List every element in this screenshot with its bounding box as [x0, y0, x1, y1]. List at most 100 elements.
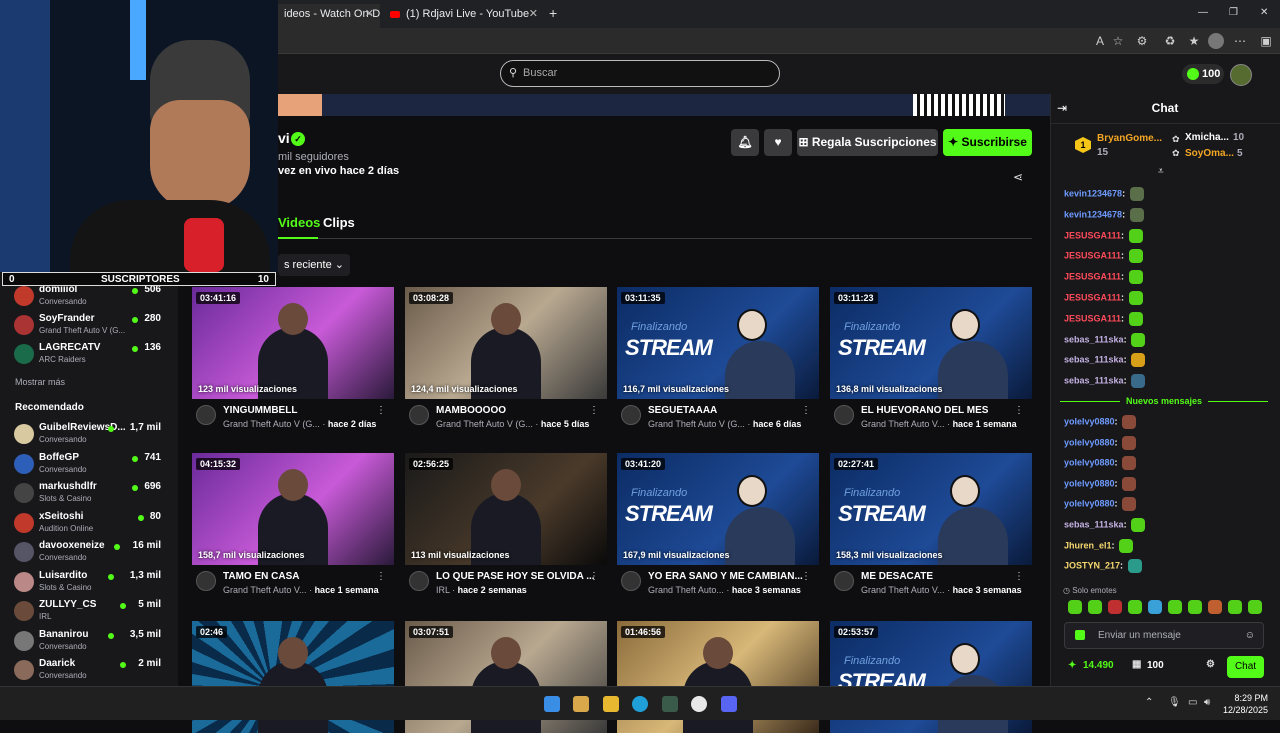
video-thumbnail[interactable]: Finalizando STREAM 02:27:41 158,3 mil visua… [830, 453, 1032, 565]
chat-username[interactable]: JESUSGA111 [1064, 251, 1121, 261]
gift-count[interactable]: 100 [1147, 660, 1164, 671]
sidebar-channel[interactable]: davooxeneize Conversando 16 mil [0, 538, 178, 566]
close-tab-icon[interactable]: ✕ [529, 4, 538, 24]
emote-icon[interactable] [1068, 600, 1082, 614]
video-title[interactable]: TAMO EN CASA [223, 571, 383, 582]
emote-icon[interactable] [1248, 600, 1262, 614]
maximize-button[interactable]: ❐ [1229, 7, 1238, 18]
file-explorer-icon[interactable] [603, 696, 619, 712]
more-options-icon[interactable]: ⋮ [801, 405, 811, 416]
video-category[interactable]: Grand Theft Auto V (G... [436, 419, 533, 429]
sidebar-channel[interactable]: xSeitoshi Audition Online 80 [0, 509, 178, 537]
sidebar-channel[interactable]: markushdlfr Slots & Casino 696 [0, 479, 178, 507]
subscribe-button[interactable]: ✦ Suscribirse [943, 129, 1032, 156]
more-options-icon[interactable]: ⋮ [1014, 571, 1024, 582]
read-aloud-icon[interactable]: A [1092, 33, 1108, 49]
channel-avatar[interactable] [409, 405, 429, 425]
notifications-button[interactable]: 🔔︎ [731, 129, 759, 156]
extensions-icon[interactable]: ⚙ [1134, 33, 1150, 49]
user-avatar[interactable] [1230, 64, 1252, 86]
video-card[interactable]: Finalizando STREAM 03:11:35 116,7 mil visua… [617, 287, 819, 435]
video-title[interactable]: YO ERA SANO Y ME CAMBIAN... [648, 571, 808, 582]
sidebar-channel[interactable]: LAGRECATV ARC Raiders 136 [0, 340, 178, 368]
expand-gifters-icon[interactable]: ⩡ [1158, 166, 1164, 177]
show-more-link[interactable]: Mostrar más [15, 377, 65, 387]
chat-username[interactable]: JOSTYN_217 [1064, 561, 1120, 571]
channel-avatar[interactable] [834, 405, 854, 425]
channel-points[interactable]: 14.490 [1083, 660, 1114, 671]
sidebar-channel[interactable]: Luisardito Slots & Casino 1,3 mil [0, 568, 178, 596]
video-title[interactable]: LO QUE PASE HOY SE OLVIDA ... [436, 571, 596, 582]
tab-videos[interactable]: Videos [278, 215, 320, 230]
obs-icon[interactable] [691, 696, 707, 712]
video-thumbnail[interactable]: Finalizando STREAM 03:41:20 167,9 mil visua… [617, 453, 819, 565]
video-title[interactable]: SEGUETAAAA [648, 405, 808, 416]
video-category[interactable]: Grand Theft Auto V (G... [223, 419, 320, 429]
sidebar-channel[interactable]: BoffeGP Conversando 741 [0, 450, 178, 478]
xbox-icon[interactable] [662, 696, 678, 712]
channel-avatar[interactable] [196, 571, 216, 591]
chat-input[interactable]: Enviar un mensaje ☺ [1064, 622, 1264, 649]
settings-gear-icon[interactable]: ⚙ [1206, 659, 1215, 670]
video-title[interactable]: YINGUMMBELL [223, 405, 383, 416]
gifter-name[interactable]: BryanGome... [1097, 133, 1162, 144]
store-icon[interactable] [573, 696, 589, 712]
more-options-icon[interactable]: ⋮ [801, 571, 811, 582]
gifter-name[interactable]: SoyOma... [1185, 148, 1234, 159]
chat-username[interactable]: yolelvy0880 [1064, 478, 1115, 488]
video-card[interactable]: Finalizando STREAM 02:27:41 158,3 mil visua… [830, 453, 1032, 601]
chat-username[interactable]: sebas_111ska [1064, 355, 1124, 365]
sort-dropdown[interactable]: s reciente ⌄ [278, 254, 350, 276]
chat-username[interactable]: yolelvy0880 [1064, 416, 1115, 426]
sidebar-channel[interactable]: Daarick Conversando 2 mil [0, 656, 178, 684]
gift-subs-button[interactable]: ⊞ Regala Suscripciones [797, 129, 938, 156]
chat-username[interactable]: kevin1234678 [1064, 209, 1122, 219]
follow-button[interactable]: ♥ [764, 129, 792, 156]
gifter-name[interactable]: Xmicha... [1185, 132, 1229, 143]
close-tab-icon[interactable]: ✕ [365, 4, 374, 24]
channel-avatar[interactable] [621, 571, 641, 591]
chat-username[interactable]: JESUSGA111 [1064, 313, 1121, 323]
chat-username[interactable]: sebas_111ska [1064, 334, 1124, 344]
video-category[interactable]: Grand Theft Auto V... [861, 419, 945, 429]
close-window-button[interactable]: ✕ [1260, 7, 1268, 18]
video-title[interactable]: EL HUEVORANO DEL MES [861, 405, 1021, 416]
video-card[interactable]: 02:56:25 113 mil visualizaciones LO QUE PA… [405, 453, 607, 601]
share-icon[interactable]: ⋖ [1013, 170, 1023, 184]
emote-icon[interactable] [1188, 600, 1202, 614]
network-icon[interactable]: ▭ [1188, 697, 1197, 708]
sidebar-channel[interactable]: Bananirou Conversando 3,5 mil [0, 627, 178, 655]
sidebar-channel[interactable]: domiiiol Conversando 506 [0, 282, 178, 310]
chat-username[interactable]: yolelvy0880 [1064, 499, 1115, 509]
minimize-button[interactable]: — [1198, 7, 1208, 18]
chat-username[interactable]: kevin1234678 [1064, 188, 1122, 198]
favorite-star-icon[interactable]: ☆ [1110, 33, 1126, 49]
video-category[interactable]: Grand Theft Auto... [648, 585, 724, 595]
sidebar-toggle-icon[interactable]: ▣ [1258, 33, 1274, 49]
video-thumbnail[interactable]: Finalizando STREAM 03:11:35 116,7 mil visua… [617, 287, 819, 399]
chat-username[interactable]: yolelvy0880 [1064, 437, 1115, 447]
search-input[interactable]: ⚲ Buscar [500, 60, 780, 87]
sidebar-channel[interactable]: ZULLYY_CS IRL 5 mil [0, 597, 178, 625]
video-thumbnail[interactable]: 02:56:25 113 mil visualizaciones [405, 453, 607, 565]
discord-icon[interactable] [721, 696, 737, 712]
channel-avatar[interactable] [621, 405, 641, 425]
channel-avatar[interactable] [834, 571, 854, 591]
video-title[interactable]: ME DESACATE [861, 571, 1021, 582]
more-options-icon[interactable]: ⋮ [589, 571, 599, 582]
chat-username[interactable]: JESUSGA111 [1064, 272, 1121, 282]
volume-icon[interactable]: 🔊︎ [1204, 697, 1210, 708]
new-tab-button[interactable]: + [549, 5, 557, 21]
video-card[interactable]: 04:15:32 158,7 mil visualizaciones TAMO EN… [192, 453, 394, 601]
video-thumbnail[interactable]: Finalizando STREAM 03:11:23 136,8 mil visua… [830, 287, 1032, 399]
chat-username[interactable]: yolelvy0880 [1064, 458, 1115, 468]
more-options-icon[interactable]: ⋮ [376, 405, 386, 416]
video-thumbnail[interactable]: 03:08:28 124,4 mil visualizaciones [405, 287, 607, 399]
chat-username[interactable]: JESUSGA111 [1064, 292, 1121, 302]
video-card[interactable]: 03:08:28 124,4 mil visualizaciones MAMBOOO… [405, 287, 607, 435]
video-card[interactable]: Finalizando STREAM 03:11:23 136,8 mil visua… [830, 287, 1032, 435]
tray-chevron-icon[interactable]: ⌃ [1145, 697, 1153, 708]
sidebar-channel[interactable]: SoyFrander Grand Theft Auto V (G... 280 [0, 311, 178, 339]
chat-send-button[interactable]: Chat [1227, 656, 1264, 678]
profile-icon[interactable] [1208, 33, 1224, 49]
